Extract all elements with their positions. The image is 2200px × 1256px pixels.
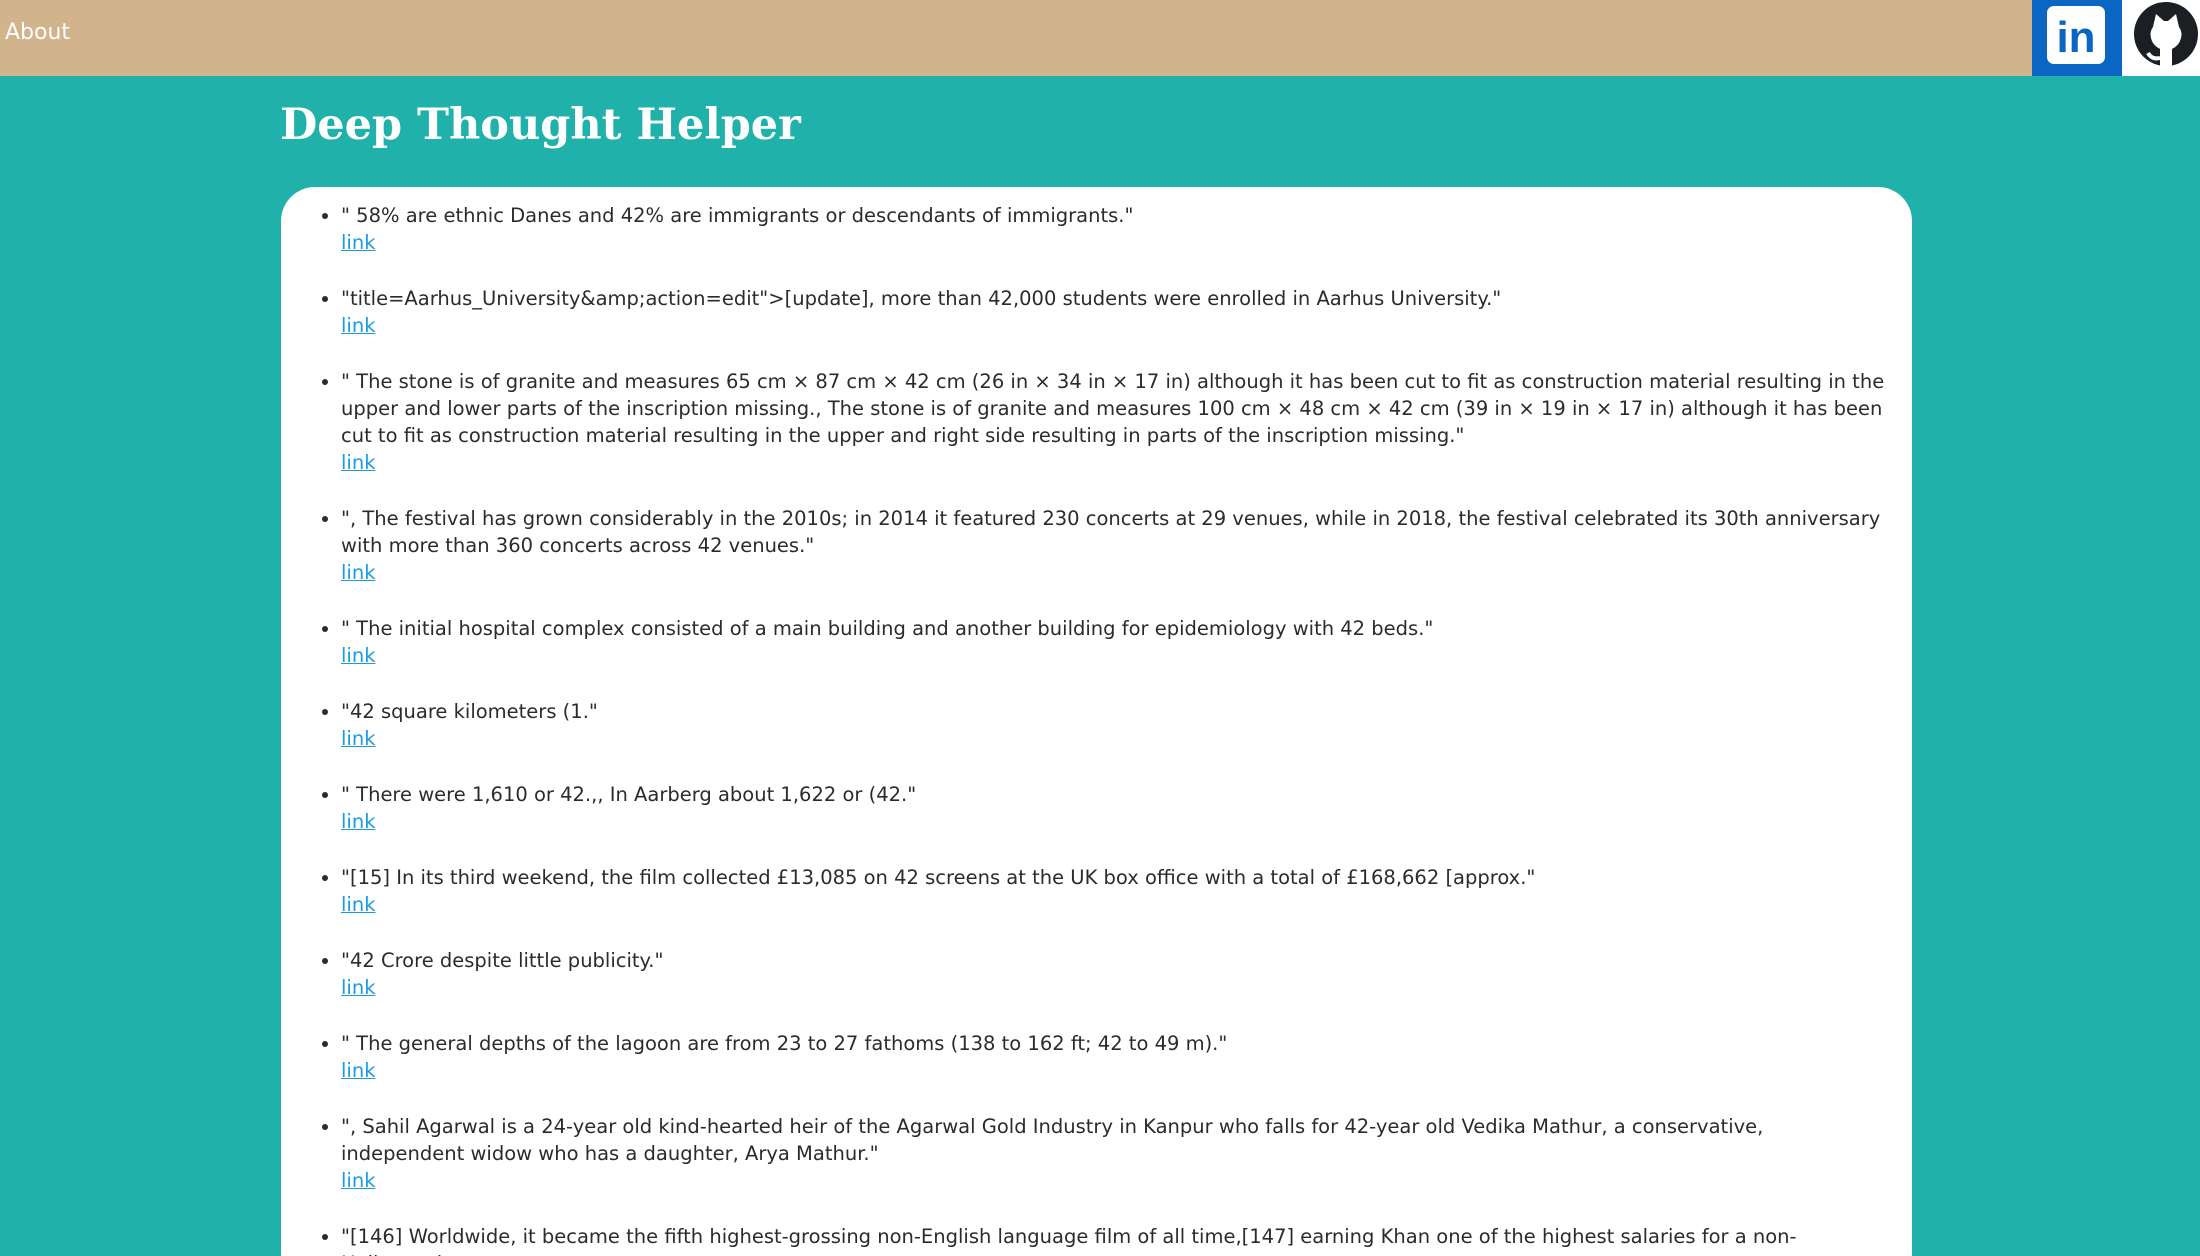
linkedin-icon: in [2047,6,2105,64]
linkedin-icon-text: in [2056,13,2095,62]
top-navigation-bar: About in [0,0,2200,76]
result-quote: " There were 1,610 or 42.,, In Aarberg a… [341,783,917,806]
result-source-link[interactable]: link [341,808,376,835]
result-item: " There were 1,610 or 42.,, In Aarberg a… [341,781,1892,835]
result-source-link[interactable]: link [341,312,376,339]
result-source-link[interactable]: link [341,1057,376,1084]
result-quote: "42 Crore despite little publicity." [341,949,664,972]
result-item: ", Sahil Agarwal is a 24-year old kind-h… [341,1113,1892,1194]
result-quote: "[15] In its third weekend, the film col… [341,866,1536,889]
results-list: " 58% are ethnic Danes and 42% are immig… [281,187,1912,1256]
result-source-link[interactable]: link [341,1167,376,1194]
result-quote: " The general depths of the lagoon are f… [341,1032,1228,1055]
results-card: " 58% are ethnic Danes and 42% are immig… [281,187,1912,1256]
result-item: " The stone is of granite and measures 6… [341,368,1892,476]
result-quote: " The initial hospital complex consisted… [341,617,1434,640]
result-item: ", The festival has grown considerably i… [341,505,1892,586]
result-quote: "title=Aarhus_University&amp;action=edit… [341,287,1502,310]
result-quote: " The stone is of granite and measures 6… [341,370,1885,447]
page-title: Deep Thought Helper [280,100,801,150]
result-item: "42 Crore despite little publicity."link [341,947,1892,1001]
about-link[interactable]: About [5,20,70,45]
result-item: " 58% are ethnic Danes and 42% are immig… [341,202,1892,256]
result-source-link[interactable]: link [341,449,376,476]
result-source-link[interactable]: link [341,891,376,918]
result-item: "title=Aarhus_University&amp;action=edit… [341,285,1892,339]
result-source-link[interactable]: link [341,642,376,669]
result-item: " The initial hospital complex consisted… [341,615,1892,669]
result-quote: "[146] Worldwide, it became the fifth hi… [341,1225,1797,1256]
linkedin-button[interactable]: in [2032,0,2122,76]
result-item: "[146] Worldwide, it became the fifth hi… [341,1223,1892,1256]
result-quote: ", Sahil Agarwal is a 24-year old kind-h… [341,1115,1764,1165]
result-quote: "42 square kilometers (1." [341,700,598,723]
result-source-link[interactable]: link [341,725,376,752]
result-quote: " 58% are ethnic Danes and 42% are immig… [341,204,1134,227]
result-source-link[interactable]: link [341,974,376,1001]
result-source-link[interactable]: link [341,559,376,586]
result-item: " The general depths of the lagoon are f… [341,1030,1892,1084]
github-button[interactable] [2122,0,2200,76]
result-item: "42 square kilometers (1."link [341,698,1892,752]
result-quote: ", The festival has grown considerably i… [341,507,1881,557]
result-source-link[interactable]: link [341,229,376,256]
result-item: "[15] In its third weekend, the film col… [341,864,1892,918]
github-icon [2134,2,2198,67]
